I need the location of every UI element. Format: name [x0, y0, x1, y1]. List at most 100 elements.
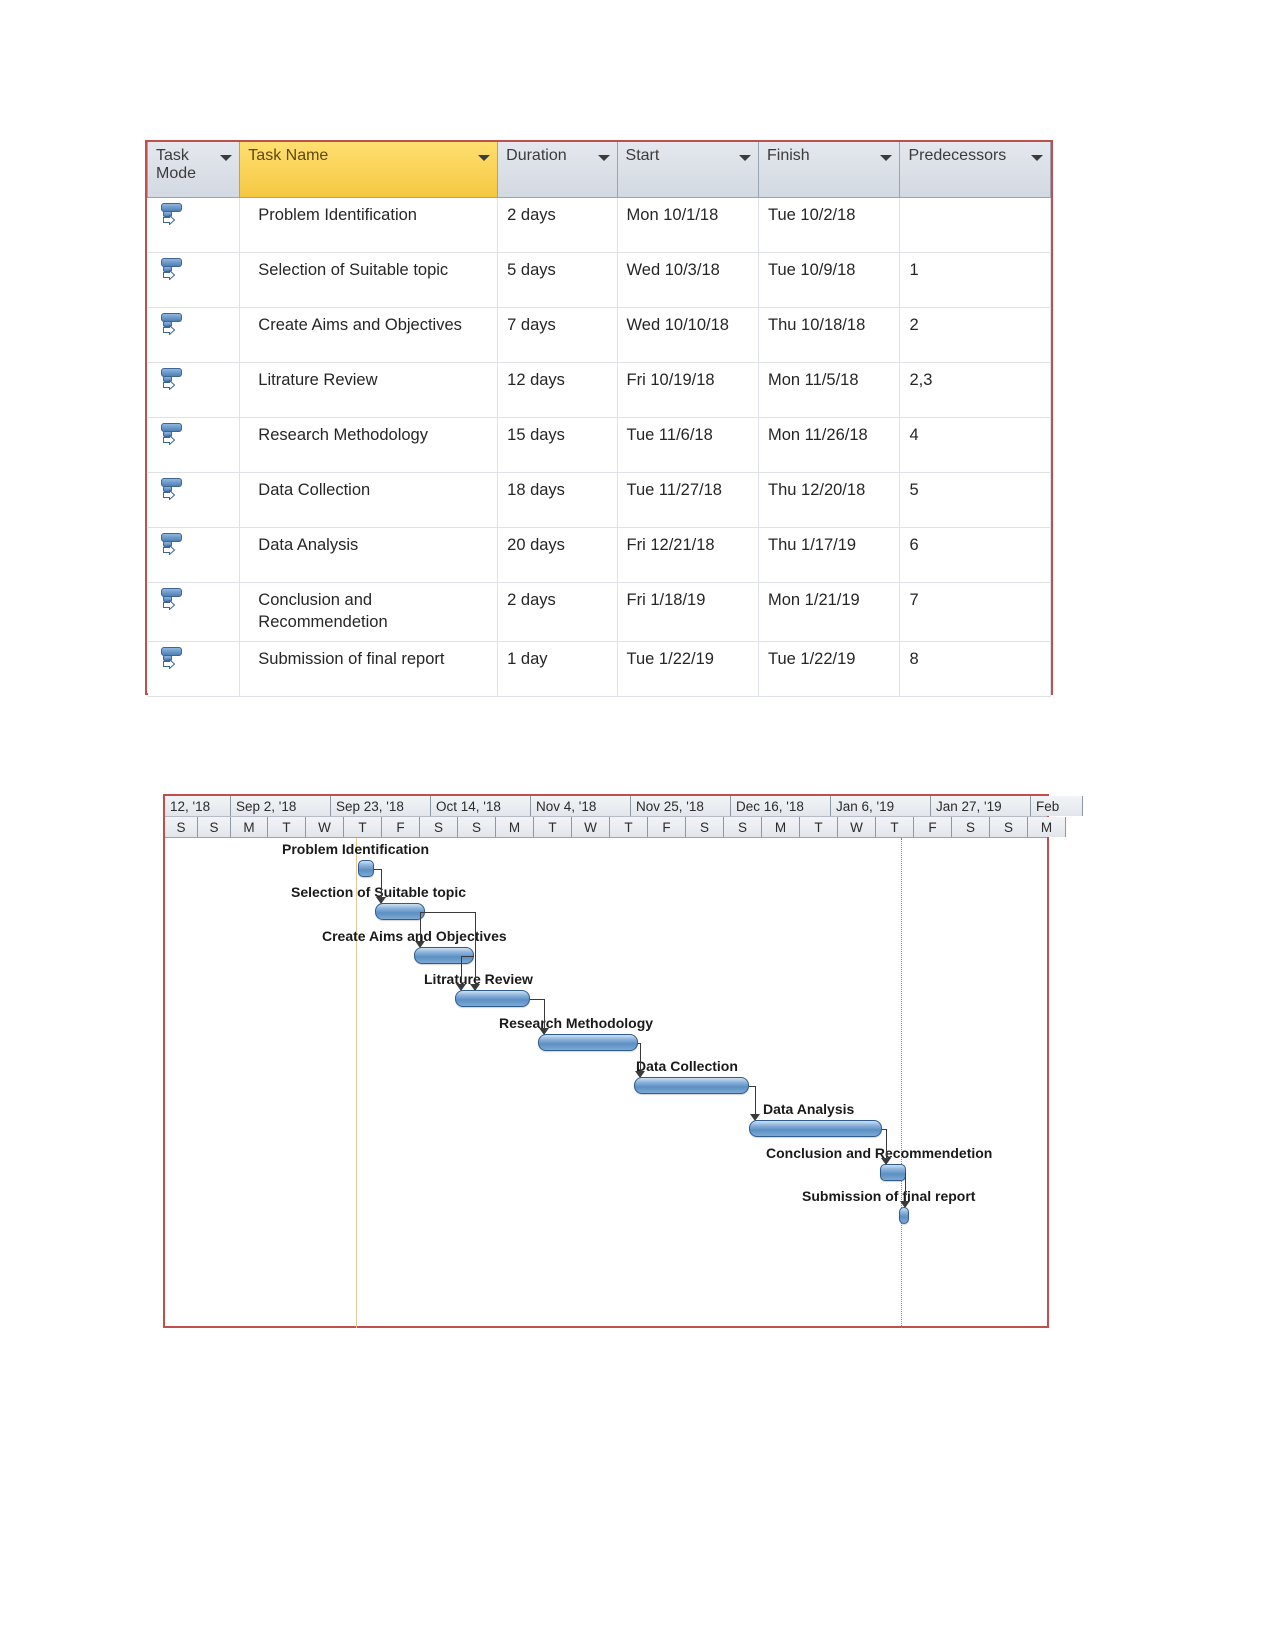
dependency-arrow-icon: [900, 1201, 910, 1208]
cell-task-mode[interactable]: [147, 417, 241, 473]
timeline-week-cell: Nov 4, '18: [531, 796, 631, 816]
cell-predecessors[interactable]: 2,3: [899, 362, 1051, 418]
cell-duration[interactable]: 2 days: [497, 197, 618, 253]
dependency-arrow-icon: [470, 984, 480, 991]
chevron-down-icon[interactable]: [478, 155, 491, 161]
cell-task-mode[interactable]: [147, 582, 241, 642]
cell-task-name[interactable]: Submission of final report: [239, 640, 499, 697]
cell-start[interactable]: Mon 10/1/18: [616, 197, 760, 253]
cell-finish[interactable]: Thu 10/18/18: [757, 307, 901, 363]
gantt-bar[interactable]: [749, 1120, 882, 1137]
gantt-bar[interactable]: [899, 1207, 909, 1224]
chevron-down-icon[interactable]: [220, 155, 233, 161]
cell-task-mode[interactable]: [147, 472, 241, 528]
cell-start-text: Tue 11/6/18: [626, 426, 713, 444]
cell-finish[interactable]: Mon 11/5/18: [757, 362, 901, 418]
cell-task-mode[interactable]: [147, 527, 241, 583]
cell-start[interactable]: Fri 10/19/18: [616, 362, 760, 418]
cell-finish-text: Thu 12/20/18: [768, 481, 866, 499]
chevron-down-icon[interactable]: [739, 155, 751, 161]
cell-duration[interactable]: 18 days: [497, 472, 618, 528]
cell-task-mode[interactable]: [147, 640, 241, 697]
cell-duration[interactable]: 12 days: [497, 362, 618, 418]
chevron-down-icon[interactable]: [880, 155, 893, 161]
cell-predecessors[interactable]: 8: [899, 640, 1051, 697]
timeline-week-cell: Sep 2, '18: [231, 796, 331, 816]
gantt-bar[interactable]: [455, 990, 530, 1007]
chevron-down-icon[interactable]: [597, 155, 610, 161]
cell-duration-text: 15 days: [507, 426, 565, 444]
cell-task-name[interactable]: Data Analysis: [239, 527, 499, 583]
timeline-day-cell: M: [496, 817, 534, 837]
cell-duration[interactable]: 1 day: [497, 640, 618, 697]
gantt-bar[interactable]: [375, 903, 425, 920]
cell-task-mode[interactable]: [147, 197, 241, 253]
cell-finish[interactable]: Mon 11/26/18: [757, 417, 901, 473]
cell-start[interactable]: Tue 11/27/18: [616, 472, 760, 528]
cell-task-name[interactable]: Research Methodology: [239, 417, 499, 473]
table-row[interactable]: Research Methodology 15 days Tue 11/6/18 Mo…: [147, 417, 1051, 473]
cell-predecessors[interactable]: 6: [899, 527, 1051, 583]
column-header-finish[interactable]: Finish: [757, 142, 901, 198]
table-row[interactable]: Create Aims and Objectives 7 days Wed 10/1…: [147, 307, 1051, 363]
column-header-start[interactable]: Start: [616, 142, 760, 198]
cell-task-name[interactable]: Data Collection: [239, 472, 499, 528]
cell-finish[interactable]: Tue 1/22/19: [757, 640, 901, 697]
column-header-task-name[interactable]: Task Name: [239, 142, 499, 198]
cell-task-name[interactable]: Litrature Review: [239, 362, 499, 418]
cell-predecessors[interactable]: 4: [899, 417, 1051, 473]
timeline-week-label: Nov 25, '18: [636, 798, 704, 814]
cell-duration[interactable]: 2 days: [497, 582, 618, 642]
table-row[interactable]: Data Analysis 20 days Fri 12/21/18 Thu 1/17…: [147, 527, 1051, 583]
gantt-bar[interactable]: [538, 1034, 638, 1051]
cell-duration[interactable]: 7 days: [497, 307, 618, 363]
table-row[interactable]: Litrature Review 12 days Fri 10/19/18 Mon 1…: [147, 362, 1051, 418]
cell-start[interactable]: Fri 12/21/18: [616, 527, 760, 583]
cell-task-mode[interactable]: [147, 252, 241, 308]
cell-start[interactable]: Wed 10/10/18: [616, 307, 760, 363]
gantt-bar[interactable]: [634, 1077, 749, 1094]
column-header-task-mode[interactable]: Task Mode: [146, 142, 241, 198]
cell-task-mode[interactable]: [147, 307, 241, 363]
cell-start[interactable]: Fri 1/18/19: [616, 582, 760, 642]
cell-duration-text: 12 days: [507, 371, 565, 389]
cell-finish[interactable]: Thu 1/17/19: [757, 527, 901, 583]
gantt-bar[interactable]: [880, 1164, 906, 1181]
cell-finish[interactable]: Tue 10/9/18: [757, 252, 901, 308]
cell-finish[interactable]: Tue 10/2/18: [757, 197, 901, 253]
cell-predecessors[interactable]: 2: [899, 307, 1051, 363]
timeline-day-cell: M: [762, 817, 800, 837]
cell-finish[interactable]: Mon 1/21/19: [757, 582, 901, 642]
chevron-down-icon[interactable]: [1031, 155, 1043, 161]
cell-predecessors[interactable]: 1: [899, 252, 1051, 308]
cell-predecessors[interactable]: 7: [899, 582, 1051, 642]
column-header-predecessors[interactable]: Predecessors: [899, 142, 1051, 198]
column-header-duration[interactable]: Duration: [497, 142, 618, 198]
cell-start[interactable]: Tue 1/22/19: [616, 640, 760, 697]
gantt-bar[interactable]: [358, 860, 374, 877]
cell-task-name[interactable]: Selection of Suitable topic: [239, 252, 499, 308]
cell-duration[interactable]: 15 days: [497, 417, 618, 473]
table-row[interactable]: Selection of Suitable topic 5 days Wed 10/…: [147, 252, 1051, 308]
cell-duration[interactable]: 5 days: [497, 252, 618, 308]
timeline-week-row: 12, '18 Sep 2, '18 Sep 23, '18 Oct 14, '18 N…: [165, 796, 1083, 817]
cell-task-mode[interactable]: [147, 362, 241, 418]
arrow-right-glyph: [162, 325, 175, 335]
cell-start[interactable]: Tue 11/6/18: [616, 417, 760, 473]
cell-task-name[interactable]: Create Aims and Objectives: [239, 307, 499, 363]
cell-finish[interactable]: Thu 12/20/18: [757, 472, 901, 528]
timeline-day-cell: F: [648, 817, 686, 837]
cell-predecessors[interactable]: [899, 197, 1051, 253]
table-row[interactable]: Data Collection 18 days Tue 11/27/18 Thu 12…: [147, 472, 1051, 528]
cell-predecessors[interactable]: 5: [899, 472, 1051, 528]
cell-start[interactable]: Wed 10/3/18: [616, 252, 760, 308]
timeline-day-cell: S: [198, 817, 231, 837]
table-row[interactable]: Submission of final report 1 day Tue 1/22/…: [147, 640, 1051, 697]
cell-duration[interactable]: 20 days: [497, 527, 618, 583]
table-row[interactable]: Conclusion and Recommendetion 2 days Fri 1…: [147, 582, 1051, 642]
timeline-day-label: F: [662, 819, 671, 835]
cell-task-name[interactable]: Conclusion and Recommendetion: [239, 582, 499, 642]
cell-task-name[interactable]: Problem Identification: [239, 197, 499, 253]
table-row[interactable]: Problem Identification 2 days Mon 10/1/18 T…: [147, 197, 1051, 253]
timeline-week-cell: Nov 25, '18: [631, 796, 731, 816]
